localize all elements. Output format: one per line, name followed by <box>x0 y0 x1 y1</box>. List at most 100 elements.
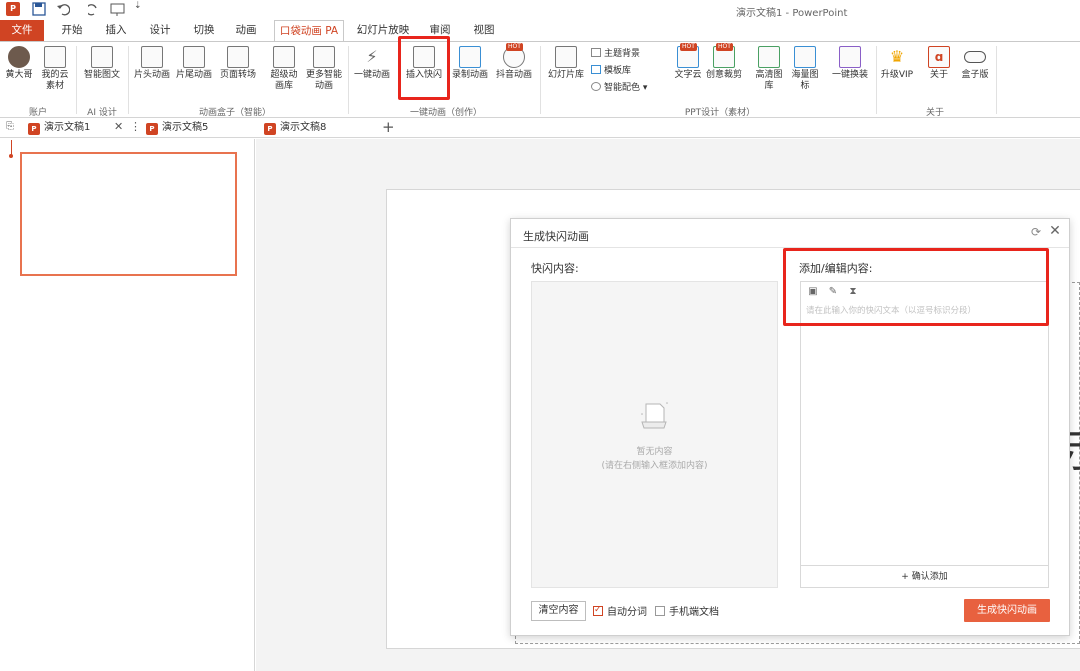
about-label: 关于 <box>929 70 948 80</box>
about-button[interactable]: ɑ 关于 <box>922 46 956 81</box>
super-anim-lib-label: 超级动画库 <box>270 70 298 91</box>
group-separator <box>996 46 997 114</box>
empty-state-title: 暂无内容 <box>636 447 673 457</box>
group-separator <box>348 46 349 114</box>
smart-color-label: 智能配色 <box>604 83 641 93</box>
redo-icon[interactable] <box>88 2 100 16</box>
tab-insert[interactable]: 插入 <box>100 20 132 41</box>
shapes-icon <box>794 46 816 68</box>
tab-list-icon[interactable]: ⎘ <box>6 121 14 132</box>
save-icon[interactable] <box>32 2 46 16</box>
slide-thumbnail[interactable] <box>20 152 237 276</box>
flash-content-label: 快闪内容: <box>531 262 579 275</box>
close-tab-icon[interactable]: ✕ <box>114 120 123 133</box>
slide-lib-label: 幻灯片库 <box>547 70 584 80</box>
upgrade-vip-label: 升级VIP <box>880 70 914 80</box>
undo-icon[interactable] <box>56 2 70 16</box>
pptx-icon: P <box>146 123 158 135</box>
smart-graphic-icon <box>91 46 113 68</box>
tab-file[interactable]: 文件 <box>0 20 44 41</box>
tab-pocket-animation[interactable]: 口袋动画 PA <box>274 20 344 42</box>
transition-icon <box>227 46 249 68</box>
present-from-start-icon[interactable] <box>110 2 126 16</box>
palette-icon <box>591 82 601 91</box>
auto-split-checkbox[interactable]: 自动分词 <box>593 604 647 618</box>
title-anim-label: 片头动画 <box>133 70 170 80</box>
template-lib-label: 模板库 <box>604 66 632 76</box>
smart-graphic-button[interactable]: 智能图文 <box>82 46 122 81</box>
generate-flash-button[interactable]: 生成快闪动画 <box>964 599 1050 622</box>
creative-crop-button[interactable]: 创意裁剪 <box>702 43 746 81</box>
slide-lib-button[interactable]: 幻灯片库 <box>544 46 588 81</box>
tab-home[interactable]: 开始 <box>56 20 88 41</box>
end-anim-button[interactable]: 片尾动画 <box>174 46 214 81</box>
account-button[interactable]: 黄大哥 <box>2 46 36 81</box>
record-play-icon <box>459 46 481 68</box>
one-click-anim-button[interactable]: ⚡ 一键动画 <box>352 46 392 81</box>
record-anim-button[interactable]: 录制动画 <box>450 46 490 81</box>
checkbox-unchecked <box>655 606 665 616</box>
doc-tab-label: 演示文稿1 <box>44 122 91 133</box>
refresh-icon[interactable]: ⟳ <box>1029 225 1043 239</box>
pa-logo-icon: ɑ <box>928 46 950 68</box>
page-transition-label: 页面转场 <box>219 70 256 80</box>
doc-tab-2[interactable]: P 演示文稿5 <box>146 121 208 135</box>
group-separator <box>128 46 129 114</box>
window-title: 演示文稿1 - PowerPoint <box>736 8 848 19</box>
monkey-icon <box>503 43 525 68</box>
ribbon-panel: 黄大哥 我的云素材 账户 智能图文 AI 设计 片头动画 片尾动画 页面转场 超… <box>0 41 1080 118</box>
template-lib-button[interactable]: 模板库 <box>591 65 631 77</box>
doc-tab-1[interactable]: P 演示文稿1 <box>28 121 90 135</box>
one-click-replace-button[interactable]: 一键换装 <box>828 46 872 81</box>
close-icon[interactable]: ✕ <box>1048 224 1062 238</box>
more-smart-anim-label: 更多智能动画 <box>305 70 342 91</box>
word-cloud-label: 文字云 <box>674 70 702 80</box>
smart-color-button[interactable]: 智能配色 ▾ <box>591 82 647 94</box>
replace-icon <box>839 46 861 68</box>
group-label-ppt-design: PPT设计（素材） <box>684 108 756 118</box>
toggle-icon <box>964 51 986 63</box>
my-material-label: 我的云素材 <box>41 70 69 91</box>
page-transition-button[interactable]: 页面转场 <box>218 46 258 81</box>
auto-split-label: 自动分词 <box>607 607 647 618</box>
tab-transitions[interactable]: 切换 <box>188 20 220 41</box>
confirm-add-button[interactable]: + 确认添加 <box>801 565 1048 587</box>
title-anim-button[interactable]: 片头动画 <box>132 46 172 81</box>
box-edition-button[interactable]: 盒子版 <box>958 46 992 81</box>
phone-doc-label: 手机端文档 <box>669 607 719 618</box>
phone-doc-checkbox[interactable]: 手机端文档 <box>655 606 719 618</box>
highlight-add-edit-area <box>783 248 1049 326</box>
end-anim-label: 片尾动画 <box>175 70 212 80</box>
doc-tab-3[interactable]: P 演示文稿8 <box>264 121 326 135</box>
slide-number-marker <box>9 140 13 158</box>
group-label-account: 账户 <box>28 108 47 118</box>
tab-view[interactable]: 视图 <box>468 20 500 41</box>
dialog-title: 生成快闪动画 <box>523 230 589 243</box>
powerpoint-logo-icon: P <box>6 2 20 16</box>
my-material-button[interactable]: 我的云素材 <box>38 46 72 92</box>
theme-bg-button[interactable]: 主题背景 <box>591 48 640 60</box>
new-tab-icon[interactable]: + <box>382 118 395 136</box>
crop-icon <box>713 43 735 68</box>
clapper-icon <box>183 46 205 68</box>
mass-icons-button[interactable]: 海量图标 <box>788 46 822 92</box>
tab-animations[interactable]: 动画 <box>230 20 262 41</box>
pptx-icon: P <box>264 123 276 135</box>
more-smart-anim-button[interactable]: 更多智能动画 <box>304 46 344 92</box>
mass-icons-label: 海量图标 <box>791 70 819 91</box>
word-cloud-icon <box>677 43 699 68</box>
tab-design[interactable]: 设计 <box>144 20 176 41</box>
upgrade-vip-button[interactable]: ♛ 升级VIP <box>880 46 914 81</box>
tab-more-icon[interactable]: ⋮ <box>130 120 141 133</box>
slide-lib-icon <box>555 46 577 68</box>
hd-image-lib-button[interactable]: 高清图库 <box>752 46 786 92</box>
clear-content-button[interactable]: 清空内容 <box>531 601 586 621</box>
hd-image-lib-label: 高清图库 <box>755 70 783 91</box>
title-bar: P ⇣ 演示文稿1 - PowerPoint <box>0 0 1080 20</box>
content-editor[interactable]: ▣ ✎ ⧗ 请在此输入你的快闪文本（以逗号标识分段） + 确认添加 <box>800 281 1049 588</box>
douyin-anim-button[interactable]: 抖音动画 <box>494 43 534 81</box>
document-tabs: ⎘ P 演示文稿1 ✕ ⋮ P 演示文稿5 P 演示文稿8 + <box>0 118 1080 138</box>
super-anim-lib-button[interactable]: 超级动画库 <box>268 46 300 92</box>
customize-qat-icon[interactable]: ⇣ <box>134 1 142 11</box>
user-avatar-icon <box>8 46 30 68</box>
